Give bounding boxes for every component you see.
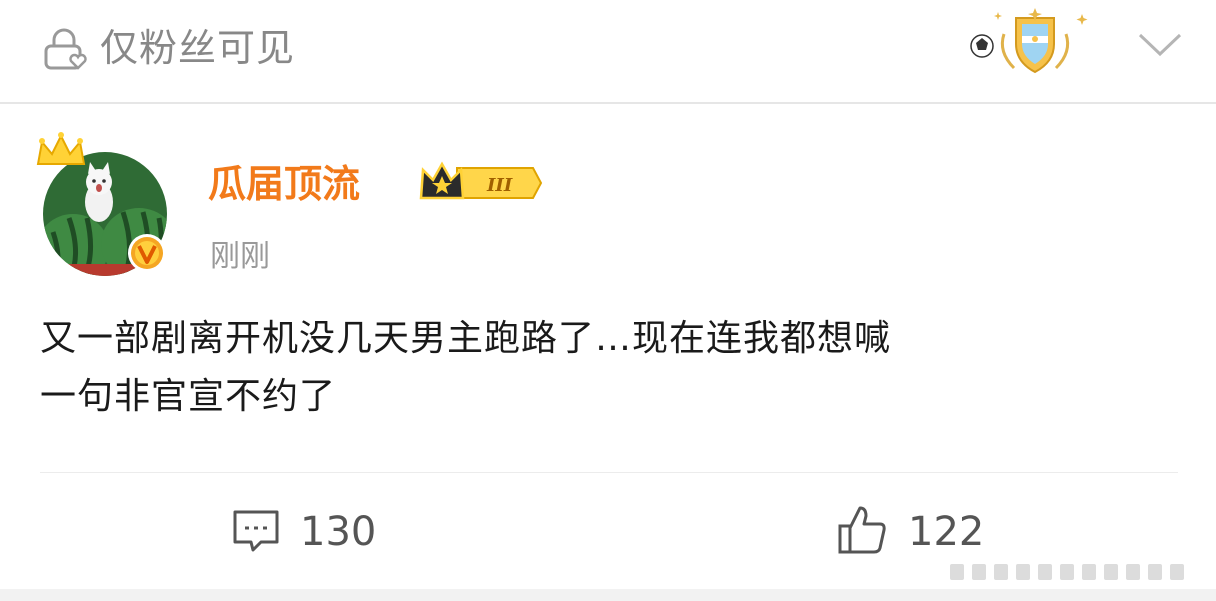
comment-icon[interactable] (231, 508, 281, 554)
chevron-down-icon[interactable] (1138, 32, 1182, 58)
argentina-football-badge-icon (970, 8, 1088, 74)
content-divider (40, 472, 1178, 473)
footer-strip (0, 589, 1216, 601)
crown-icon (36, 132, 86, 165)
comment-count[interactable]: 130 (300, 504, 376, 560)
like-count[interactable]: 122 (908, 504, 984, 560)
author-name[interactable]: 瓜届顶流 (208, 156, 360, 212)
verified-v-icon (128, 234, 166, 272)
watermark-logo (950, 564, 1184, 580)
post-header-bar: 仅粉丝可见 (0, 0, 1216, 102)
post-content: 又一部剧离开机没几天男主跑路了…现在连我都想喊 一句非官宣不约了 (40, 318, 892, 417)
vip-level-text: III (486, 175, 513, 196)
thumbs-up-icon[interactable] (836, 504, 888, 556)
vip-crown-level-icon[interactable]: III (417, 158, 547, 208)
lock-heart-icon (44, 28, 87, 70)
visibility-label: 仅粉丝可见 (100, 26, 296, 70)
author-avatar[interactable] (34, 128, 182, 278)
header-divider (0, 102, 1216, 104)
post-timestamp: 刚刚 (210, 239, 270, 274)
